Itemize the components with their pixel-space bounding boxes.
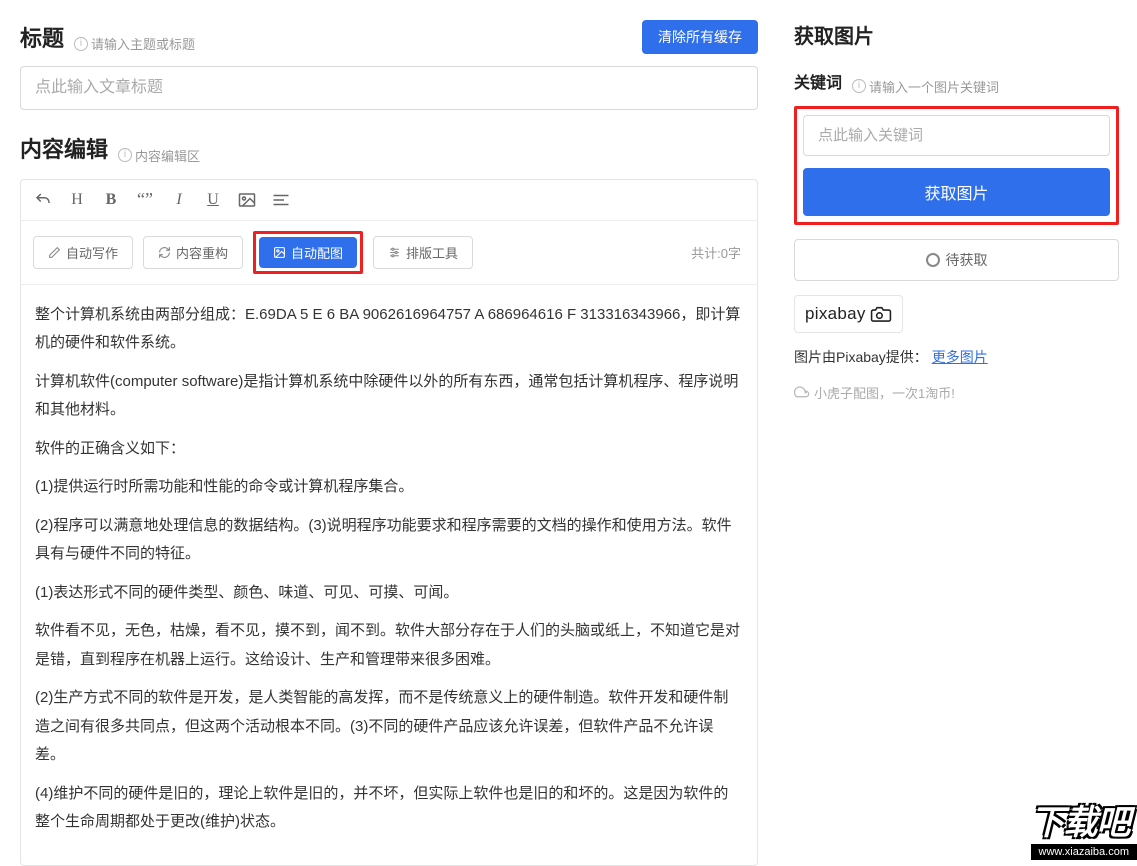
article-title-input[interactable] <box>20 66 758 110</box>
clear-cache-button[interactable]: 清除所有缓存 <box>642 20 758 54</box>
action-toolbar: 自动写作 内容重构 自动配图 <box>21 221 757 285</box>
highlight-auto-image: 自动配图 <box>253 231 363 274</box>
auto-write-button[interactable]: 自动写作 <box>33 236 133 269</box>
content-hint: i 内容编辑区 <box>118 146 200 165</box>
paragraph: (2)程序可以满意地处理信息的数据结构。(3)说明程序功能要求和程序需要的文档的… <box>35 512 743 569</box>
info-icon: i <box>118 148 132 162</box>
paragraph: 计算机软件(computer software)是指计算机系统中除硬件以外的所有… <box>35 368 743 425</box>
align-icon[interactable] <box>271 190 291 210</box>
restructure-button[interactable]: 内容重构 <box>143 236 243 269</box>
content-heading: 内容编辑 <box>20 132 108 164</box>
paragraph: (2)生产方式不同的软件是开发，是人类智能的高发挥，而不是传统意义上的硬件制造。… <box>35 684 743 770</box>
paragraph: (1)表达形式不同的硬件类型、颜色、味道、可见、可摸、可闻。 <box>35 579 743 608</box>
image-small-icon <box>273 246 286 259</box>
quote-icon[interactable]: “” <box>135 190 155 210</box>
fetch-image-button[interactable]: 获取图片 <box>803 168 1110 216</box>
paragraph: (4)维护不同的硬件是旧的，理论上软件是旧的，并不坏，但实际上软件也是旧的和坏的… <box>35 780 743 837</box>
underline-icon[interactable]: U <box>203 190 223 210</box>
pencil-icon <box>48 246 61 259</box>
settings-icon <box>388 246 401 259</box>
title-section-header: 标题 i 请输入主题或标题 清除所有缓存 <box>20 20 758 54</box>
sidebar-heading: 获取图片 <box>794 20 1119 49</box>
highlight-fetch-box: 获取图片 <box>794 106 1119 225</box>
layout-tool-button[interactable]: 排版工具 <box>373 236 473 269</box>
editor-content[interactable]: 整个计算机系统由两部分组成：E.69DA 5 E 6 BA 9062616964… <box>21 285 757 865</box>
footer-note: 小虎子配图，一次1淘币! <box>794 383 1119 402</box>
info-icon: i <box>74 37 88 51</box>
paragraph: (1)提供运行时所需功能和性能的命令或计算机程序集合。 <box>35 473 743 502</box>
heading-icon[interactable]: H <box>67 190 87 210</box>
paragraph: 整个计算机系统由两部分组成：E.69DA 5 E 6 BA 9062616964… <box>35 301 743 358</box>
refresh-icon <box>158 246 171 259</box>
more-images-link[interactable]: 更多图片 <box>932 349 988 365</box>
paragraph: 软件看不见，无色，枯燥，看不见，摸不到，闻不到。软件大部分存在于人们的头脑或纸上… <box>35 617 743 674</box>
cloud-icon <box>794 386 810 398</box>
circle-icon <box>926 253 940 267</box>
info-icon: i <box>852 79 866 93</box>
provider-line: 图片由Pixabay提供： 更多图片 <box>794 347 1119 367</box>
italic-icon[interactable]: I <box>169 190 189 210</box>
keyword-input[interactable] <box>803 115 1110 156</box>
keyword-label: 关键词 <box>794 69 842 93</box>
editor-box: H B “” I U <box>20 179 758 866</box>
title-hint: i 请输入主题或标题 <box>74 34 195 53</box>
camera-icon <box>870 306 892 322</box>
bold-icon[interactable]: B <box>101 190 121 210</box>
undo-icon[interactable] <box>33 190 53 210</box>
paragraph: 软件的正确含义如下： <box>35 435 743 464</box>
auto-image-button[interactable]: 自动配图 <box>259 237 357 268</box>
pending-button[interactable]: 待获取 <box>794 239 1119 281</box>
pixabay-badge: pixabay <box>794 295 903 333</box>
title-heading: 标题 <box>20 21 64 53</box>
image-icon[interactable] <box>237 190 257 210</box>
format-toolbar: H B “” I U <box>21 180 757 221</box>
keyword-hint: i 请输入一个图片关键词 <box>852 77 999 96</box>
word-count: 共计:0字 <box>691 243 741 262</box>
